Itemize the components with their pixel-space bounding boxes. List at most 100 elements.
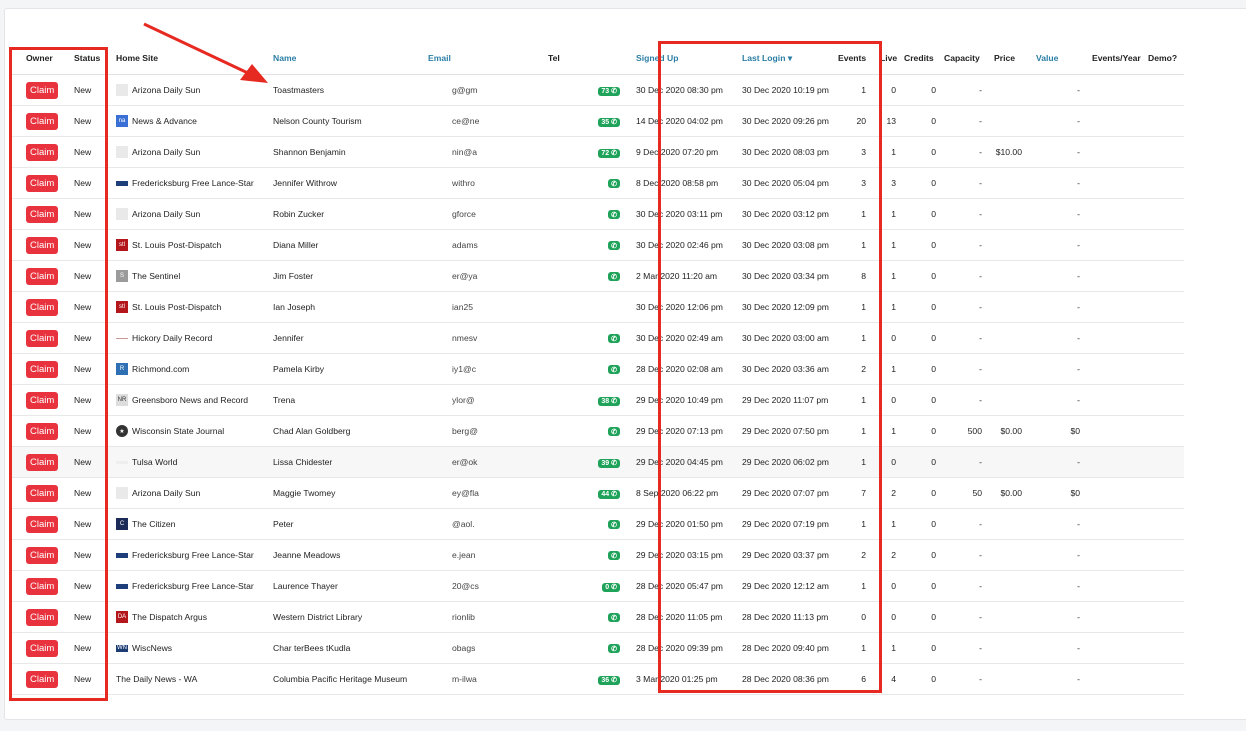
claim-button[interactable]: Claim <box>26 329 59 347</box>
col-email[interactable]: Email <box>426 42 530 75</box>
table-row[interactable]: Claim New Fredericksburg Free Lance-Star Je… <box>10 167 1184 199</box>
phone-badge[interactable]: 38 ✆ <box>598 396 620 406</box>
events-cell: 1 <box>838 74 870 106</box>
claim-button[interactable]: Claim <box>26 81 59 99</box>
phone-icon: ✆ <box>611 211 617 219</box>
name-cell: Jennifer <box>269 322 426 354</box>
phone-badge[interactable]: ✆ <box>608 551 620 561</box>
phone-badge[interactable]: 35 ✆ <box>598 117 620 127</box>
phone-badge[interactable]: ✆ <box>608 613 620 623</box>
claim-button[interactable]: Claim <box>26 484 59 502</box>
claim-button[interactable]: Claim <box>26 174 59 192</box>
table-row[interactable]: Claim New S The Sentinel Jim Foster er@ya ✆ 2 M… <box>10 260 1184 292</box>
claim-button[interactable]: Claim <box>26 515 59 533</box>
table-row[interactable]: Claim New Fredericksburg Free Lance-Star La… <box>10 570 1184 602</box>
claim-button[interactable]: Claim <box>26 639 59 657</box>
claim-button[interactable]: Claim <box>26 546 59 564</box>
table-row[interactable]: Claim New R Richmond.com Pamela Kirby iy1@c ✆ 2… <box>10 353 1184 385</box>
phone-badge[interactable]: 44 ✆ <box>598 489 620 499</box>
phone-badge[interactable]: ✆ <box>608 272 620 282</box>
phone-badge[interactable]: ✆ <box>608 427 620 437</box>
table-row[interactable]: Claim New Hickory Daily Record Jennifer nmes… <box>10 322 1184 354</box>
phone-badge[interactable]: ✆ <box>608 210 620 220</box>
claim-button[interactable]: Claim <box>26 298 59 316</box>
phone-icon: ✆ <box>611 273 617 281</box>
phone-badge[interactable]: ✆ <box>608 365 620 375</box>
phone-badge[interactable]: 39 ✆ <box>598 458 620 468</box>
table-row[interactable]: Claim New C The Citizen Peter @aol. ✆ 29 Dec 20… <box>10 508 1184 540</box>
capacity-cell: - <box>940 632 986 664</box>
credits-cell: 0 <box>900 539 940 571</box>
phone-badge[interactable]: 72 ✆ <box>598 148 620 158</box>
claim-button[interactable]: Claim <box>26 577 59 595</box>
credits-cell: 0 <box>900 601 940 633</box>
last-login-cell: 30 Dec 2020 03:00 am <box>732 322 838 354</box>
claim-button[interactable]: Claim <box>26 422 59 440</box>
price-cell <box>986 229 1026 261</box>
home-site-name: St. Louis Post-Dispatch <box>132 302 222 312</box>
phone-badge[interactable]: ✆ <box>608 241 620 251</box>
phone-badge[interactable]: 73 ✆ <box>598 86 620 96</box>
col-last-login[interactable]: Last Login ▾ <box>732 42 838 75</box>
value-cell: - <box>1026 570 1084 602</box>
table-row[interactable]: Claim New The Daily News - WA Columbia Paci… <box>10 663 1184 695</box>
claim-button[interactable]: Claim <box>26 608 59 626</box>
table-row[interactable]: Claim New Tulsa World Lissa Chidester er@ok 3… <box>10 446 1184 478</box>
home-site-cell: Fredericksburg Free Lance-Star <box>112 167 269 199</box>
table-row[interactable]: Claim New stl St. Louis Post-Dispatch Ian Jo… <box>10 291 1184 323</box>
live-cell: 1 <box>870 229 900 261</box>
demo-cell <box>1144 229 1184 261</box>
phone-badge[interactable]: ✆ <box>608 644 620 654</box>
phone-badge[interactable]: ✆ <box>608 334 620 344</box>
table-row[interactable]: Claim New Arizona Daily Sun Toastmasters g@g… <box>10 74 1184 106</box>
phone-badge[interactable]: ✆ <box>608 179 620 189</box>
claim-button[interactable]: Claim <box>26 670 59 688</box>
phone-icon: ✆ <box>611 552 617 560</box>
claim-button[interactable]: Claim <box>26 267 59 285</box>
table-row[interactable]: Claim New Arizona Daily Sun Shannon Benjami… <box>10 136 1184 168</box>
home-site-cell: Tulsa World <box>112 446 269 478</box>
table-row[interactable]: Claim New na News & Advance Nelson County To… <box>10 105 1184 137</box>
price-cell <box>986 446 1026 478</box>
table-row[interactable]: Claim New DA The Dispatch Argus Western Dist… <box>10 601 1184 633</box>
phone-icon: ✆ <box>611 614 617 622</box>
claim-button[interactable]: Claim <box>26 360 59 378</box>
status-cell: New <box>64 477 112 509</box>
table-row[interactable]: Claim New Fredericksburg Free Lance-Star Je… <box>10 539 1184 571</box>
col-value[interactable]: Value <box>1026 42 1084 75</box>
live-cell: 2 <box>870 539 900 571</box>
table-row[interactable]: Claim New Arizona Daily Sun Robin Zucker gfo… <box>10 198 1184 230</box>
phone-badge[interactable]: 0 ✆ <box>602 582 620 592</box>
phone-badge[interactable]: 36 ✆ <box>598 675 620 685</box>
value-cell: - <box>1026 260 1084 292</box>
last-login-cell: 30 Dec 2020 03:12 pm <box>732 198 838 230</box>
table-row[interactable]: Claim New stl St. Louis Post-Dispatch Diana … <box>10 229 1184 261</box>
site-logo-icon <box>116 180 128 186</box>
claim-button[interactable]: Claim <box>26 391 59 409</box>
demo-cell <box>1144 74 1184 106</box>
demo-cell <box>1144 291 1184 323</box>
live-cell: 2 <box>870 477 900 509</box>
credits-cell: 0 <box>900 322 940 354</box>
home-site-name: Richmond.com <box>132 364 190 374</box>
col-name[interactable]: Name <box>269 42 426 75</box>
claim-button[interactable]: Claim <box>26 112 59 130</box>
name-cell: Ian Joseph <box>269 291 426 323</box>
home-site-name: WiscNews <box>132 643 173 653</box>
site-logo-icon <box>116 208 128 220</box>
phone-badge[interactable]: ✆ <box>608 520 620 530</box>
claim-button[interactable]: Claim <box>26 236 59 254</box>
site-logo-icon <box>116 84 128 96</box>
table-row[interactable]: Claim New ★ Wisconsin State Journal Chad Ala… <box>10 415 1184 447</box>
tel-cell: 0 ✆ <box>530 570 626 602</box>
price-cell <box>986 663 1026 695</box>
table-row[interactable]: Claim New Arizona Daily Sun Maggie Twomey ey… <box>10 477 1184 509</box>
table-row[interactable]: Claim New NR Greensboro News and Record Tren… <box>10 384 1184 416</box>
price-cell <box>986 291 1026 323</box>
phone-icon: ✆ <box>611 584 617 591</box>
col-signed-up[interactable]: Signed Up <box>626 42 732 75</box>
claim-button[interactable]: Claim <box>26 205 59 223</box>
claim-button[interactable]: Claim <box>26 453 59 471</box>
claim-button[interactable]: Claim <box>26 143 59 161</box>
table-row[interactable]: Claim New WN WiscNews Char terBees tKudla oba… <box>10 632 1184 664</box>
